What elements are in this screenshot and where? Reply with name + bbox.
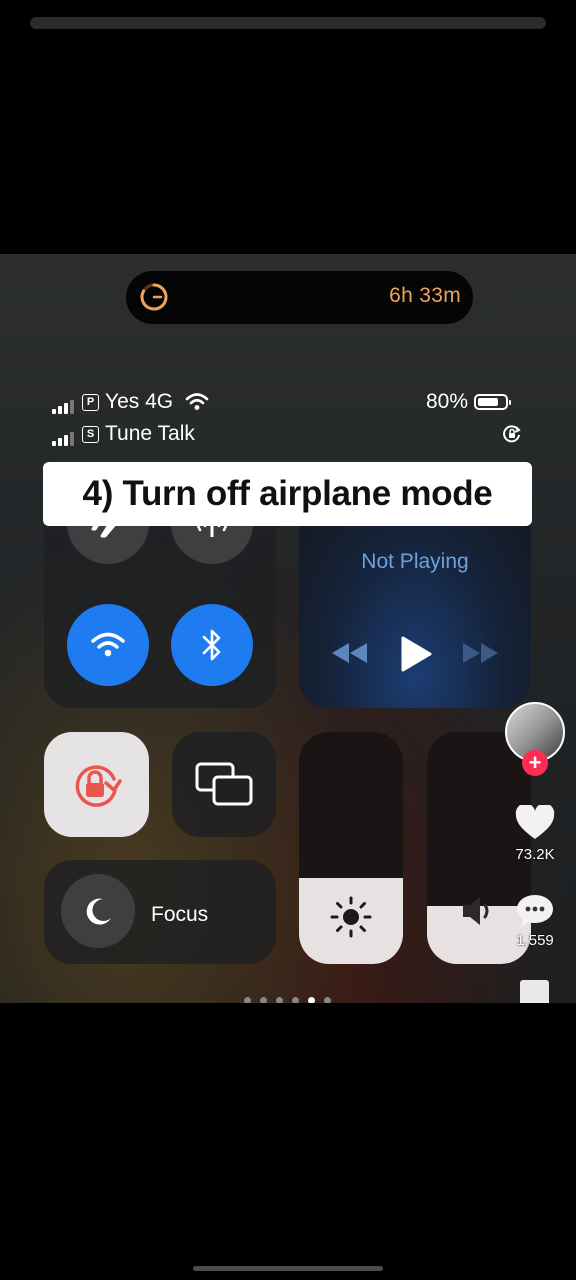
screen-mirroring-button[interactable] bbox=[172, 732, 276, 837]
dynamic-island[interactable]: 6h 33m bbox=[126, 271, 473, 324]
sim-badge: P bbox=[82, 393, 99, 411]
signal-icon bbox=[52, 390, 76, 415]
caption-overlay: 4) Turn off airplane mode bbox=[43, 462, 532, 526]
orientation-lock-toggle[interactable] bbox=[44, 732, 149, 837]
carrier-row-2: S Tune Talk bbox=[52, 422, 195, 447]
page-dot bbox=[260, 997, 267, 1003]
wifi-toggle[interactable] bbox=[67, 604, 149, 686]
bookmark-icon[interactable] bbox=[520, 980, 549, 1003]
page-dot bbox=[276, 997, 283, 1003]
previous-track-icon[interactable] bbox=[331, 642, 369, 664]
wifi-icon bbox=[185, 393, 209, 411]
carrier-row-1: P Yes 4G bbox=[52, 390, 209, 415]
top-progress-bar bbox=[30, 17, 546, 29]
heart-icon[interactable] bbox=[515, 805, 555, 841]
next-track-icon[interactable] bbox=[461, 642, 499, 664]
page-indicator bbox=[244, 991, 340, 1003]
carrier-name: Yes 4G bbox=[105, 390, 174, 413]
page-dot-active bbox=[308, 997, 315, 1003]
signal-icon-2 bbox=[52, 422, 76, 447]
bluetooth-icon bbox=[202, 629, 221, 661]
timer-icon bbox=[140, 283, 168, 311]
page-dot bbox=[244, 997, 251, 1003]
brightness-slider[interactable] bbox=[299, 732, 403, 964]
connectivity-tile bbox=[44, 482, 276, 708]
home-indicator[interactable] bbox=[193, 1266, 383, 1271]
comment-count: 1,559 bbox=[516, 932, 554, 949]
comment-icon[interactable] bbox=[515, 893, 555, 929]
focus-label: Focus bbox=[151, 903, 209, 926]
focus-button[interactable]: Focus bbox=[44, 860, 276, 964]
screen-mirroring-icon bbox=[195, 762, 253, 806]
now-playing-tile: Not Playing bbox=[299, 482, 531, 708]
battery-icon bbox=[474, 394, 512, 411]
battery-status: 80% bbox=[426, 390, 512, 414]
timer-text: 6h 33m bbox=[389, 284, 461, 307]
orientation-lock-status-icon bbox=[503, 425, 521, 443]
now-playing-label: Not Playing bbox=[361, 550, 469, 573]
battery-percent: 80% bbox=[426, 390, 469, 413]
video-frame[interactable]: 6h 33m P Yes 4G 80% S Tune Talk Not Play… bbox=[0, 254, 576, 1003]
wifi-toggle-icon bbox=[91, 632, 125, 657]
follow-button[interactable]: + bbox=[522, 750, 548, 776]
page-dot bbox=[292, 997, 299, 1003]
speaker-icon bbox=[463, 897, 489, 925]
carrier-name-2: Tune Talk bbox=[105, 422, 195, 445]
like-count: 73.2K bbox=[515, 846, 555, 863]
moon-icon bbox=[86, 898, 111, 925]
bluetooth-toggle[interactable] bbox=[171, 604, 253, 686]
brightness-icon bbox=[330, 896, 372, 938]
play-icon[interactable] bbox=[400, 636, 432, 672]
page-dot bbox=[324, 997, 331, 1003]
orientation-lock-icon bbox=[75, 765, 122, 807]
sim-badge-2: S bbox=[82, 425, 99, 443]
focus-icon-circle bbox=[61, 874, 135, 948]
